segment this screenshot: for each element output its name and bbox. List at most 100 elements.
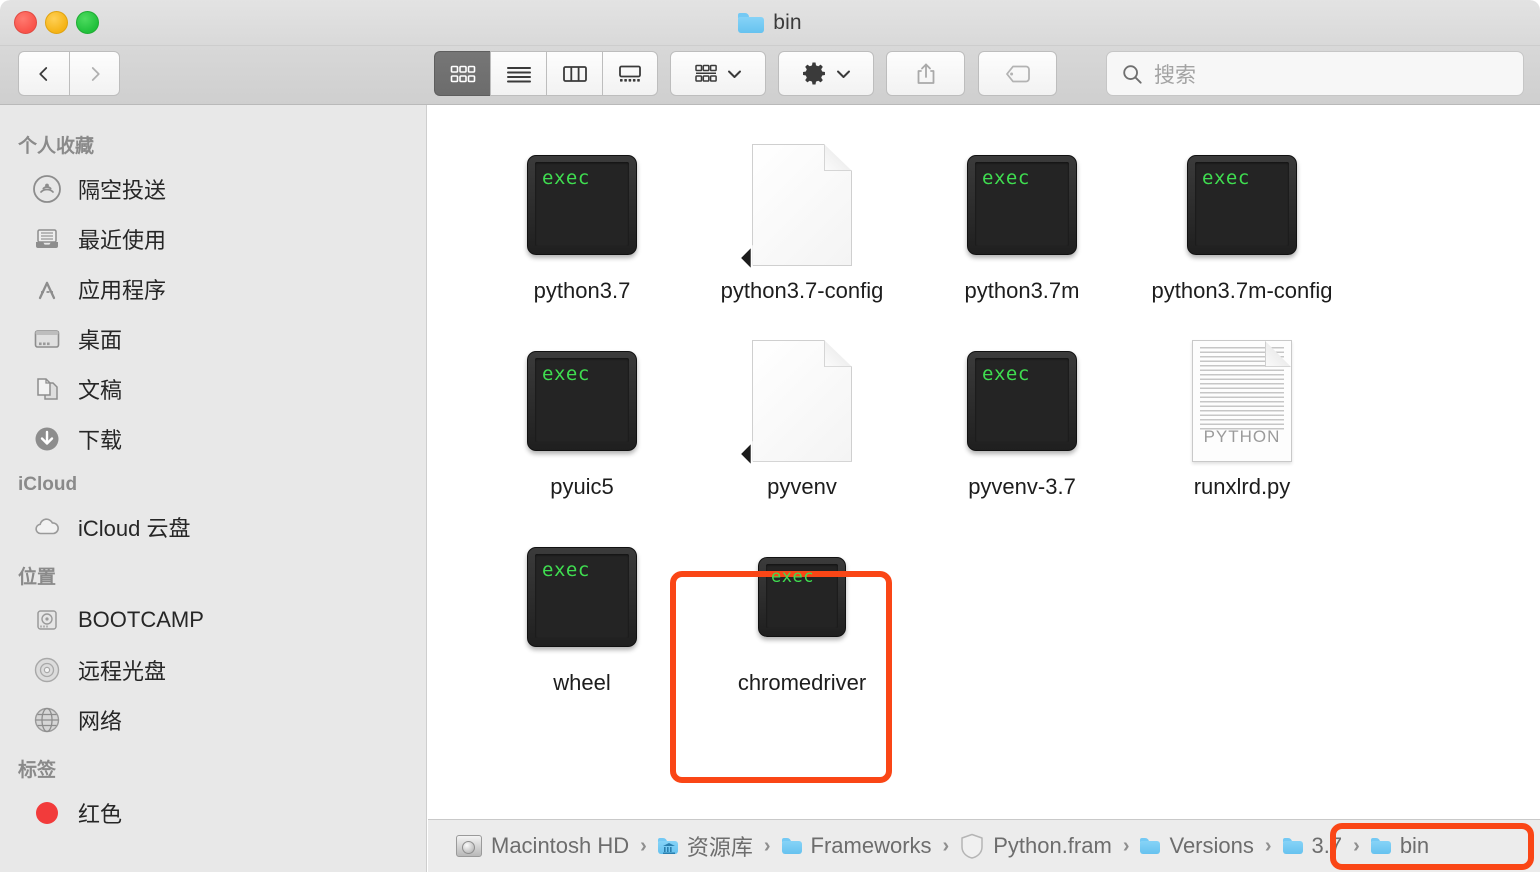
path-bar[interactable]: Macintosh HD › 资源库 › Frameworks › Python… bbox=[428, 819, 1540, 872]
sidebar-item-icloud-drive[interactable]: iCloud 云盘 bbox=[0, 502, 426, 552]
tag-button[interactable] bbox=[978, 51, 1057, 96]
sidebar-item-airdrop[interactable]: 隔空投送 bbox=[0, 164, 426, 214]
sidebar-item-remote-disc[interactable]: 远程光盘 bbox=[0, 645, 426, 695]
navigation-buttons bbox=[18, 51, 120, 96]
title-bar: bin bbox=[0, 0, 1540, 46]
exec-badge-label: exec bbox=[982, 167, 1030, 189]
breadcrumb-label: Python.fram bbox=[993, 833, 1112, 858]
back-icon bbox=[39, 66, 48, 81]
downloads-icon bbox=[30, 422, 64, 456]
sidebar-item-label: 最近使用 bbox=[78, 228, 167, 253]
file-item-pyvenv-37[interactable]: exec pyvenv-3.7 bbox=[912, 327, 1132, 513]
file-item-pyvenv[interactable]: pyvenv bbox=[692, 327, 912, 513]
search-icon bbox=[1123, 64, 1142, 84]
file-label: pyvenv bbox=[767, 473, 837, 499]
sidebar-item-label: 文稿 bbox=[78, 378, 123, 403]
breadcrumb-label: 3.7 bbox=[1311, 833, 1343, 858]
back-button[interactable] bbox=[18, 51, 69, 96]
finder-window: bin 搜索 个人收藏 隔空投送 最近使用 应用程序 桌面 文稿 下载 iClo… bbox=[0, 0, 1540, 872]
library-folder-icon bbox=[657, 838, 678, 854]
file-label: python3.7-config bbox=[720, 278, 884, 303]
sidebar-item-desktop[interactable]: 桌面 bbox=[0, 314, 426, 364]
sidebar-item-downloads[interactable]: 下载 bbox=[0, 414, 426, 464]
search-field[interactable]: 搜索 bbox=[1106, 51, 1524, 96]
file-item-pyuic5[interactable]: exec pyuic5 bbox=[472, 327, 692, 513]
file-label: wheel bbox=[553, 669, 611, 695]
folder-icon bbox=[738, 13, 765, 33]
file-item-python37m[interactable]: exec python3.7m bbox=[912, 131, 1132, 317]
sidebar-item-red-tag[interactable]: 红色 bbox=[0, 788, 426, 838]
list-view-button[interactable] bbox=[490, 51, 546, 96]
unix-executable-icon: exec bbox=[967, 155, 1077, 255]
sidebar-item-applications[interactable]: 应用程序 bbox=[0, 264, 426, 314]
view-mode-segmented-control bbox=[434, 51, 658, 96]
file-item-wheel[interactable]: exec wheel bbox=[472, 523, 692, 709]
file-label: python3.7m bbox=[964, 278, 1080, 303]
icon-view-button[interactable] bbox=[434, 51, 490, 96]
file-icon-container: PYTHON bbox=[1192, 339, 1292, 463]
search-placeholder: 搜索 bbox=[1154, 63, 1196, 87]
file-item-runxlrd-py[interactable]: PYTHON runxlrd.py bbox=[1132, 327, 1352, 513]
column-view-button[interactable] bbox=[546, 51, 602, 96]
breadcrumb-separator: › bbox=[763, 834, 771, 857]
tag-icon bbox=[1005, 65, 1030, 82]
documents-icon bbox=[30, 372, 64, 406]
action-button[interactable] bbox=[778, 51, 874, 96]
breadcrumb-frameworks[interactable]: Frameworks bbox=[781, 833, 932, 859]
alias-document-icon bbox=[738, 339, 852, 466]
file-label: python3.7m-config bbox=[1151, 278, 1333, 303]
sidebar-item-label: iCloud 云盘 bbox=[78, 516, 191, 541]
sidebar-item-label: 桌面 bbox=[78, 328, 123, 353]
sidebar-item-bootcamp[interactable]: BOOTCAMP bbox=[0, 595, 426, 645]
file-icon-container bbox=[738, 143, 852, 270]
arrange-icon bbox=[695, 64, 717, 82]
file-label: pyuic5 bbox=[550, 473, 614, 499]
breadcrumb-python-framework[interactable]: Python.fram bbox=[960, 833, 1112, 859]
arrange-button[interactable] bbox=[670, 51, 766, 96]
sidebar-section-tags: 标签 bbox=[18, 760, 57, 781]
folder-icon bbox=[781, 838, 802, 854]
file-grid-container[interactable]: exec python3.7 python3.7-config exec pyt… bbox=[428, 105, 1540, 819]
gallery-view-button[interactable] bbox=[602, 51, 658, 96]
breadcrumb-label: 资源库 bbox=[686, 835, 753, 860]
window-title-label: bin bbox=[773, 11, 802, 34]
alias-arrow-icon bbox=[738, 440, 753, 466]
forward-icon bbox=[91, 66, 100, 81]
breadcrumb-library[interactable]: 资源库 bbox=[657, 830, 753, 862]
exec-badge-label: exec bbox=[542, 167, 590, 189]
breadcrumb-versions[interactable]: Versions bbox=[1140, 833, 1254, 859]
share-icon bbox=[917, 63, 934, 84]
chevron-down-icon bbox=[728, 70, 741, 78]
breadcrumb-37[interactable]: 3.7 bbox=[1282, 833, 1343, 859]
forward-button[interactable] bbox=[69, 51, 120, 96]
alias-arrow-icon bbox=[738, 244, 753, 270]
file-item-python37[interactable]: exec python3.7 bbox=[472, 131, 692, 317]
file-icon-container: exec bbox=[527, 339, 637, 463]
python-source-icon: PYTHON bbox=[1192, 339, 1292, 462]
sidebar-section-favorites: 个人收藏 bbox=[18, 136, 95, 157]
folder-icon bbox=[1370, 838, 1391, 854]
grid-icon bbox=[450, 65, 475, 82]
breadcrumb-bin[interactable]: bin bbox=[1370, 833, 1429, 859]
file-item-python37m-config[interactable]: exec python3.7m-config bbox=[1132, 131, 1352, 317]
sidebar-section-icloud: iCloud bbox=[18, 474, 78, 495]
breadcrumb-label: Macintosh HD bbox=[491, 833, 630, 858]
file-item-python37-config[interactable]: python3.7-config bbox=[692, 131, 912, 317]
unix-executable-icon: exec bbox=[527, 546, 637, 647]
columns-icon bbox=[562, 65, 587, 82]
sidebar[interactable]: 个人收藏 隔空投送 最近使用 应用程序 桌面 文稿 下载 iCloud iClo… bbox=[0, 105, 427, 872]
breadcrumb-macintosh-hd[interactable]: Macintosh HD bbox=[456, 833, 629, 859]
sidebar-item-documents[interactable]: 文稿 bbox=[0, 364, 426, 414]
list-icon bbox=[506, 66, 531, 82]
sidebar-item-network[interactable]: 网络 bbox=[0, 695, 426, 745]
desktop-icon bbox=[30, 322, 64, 356]
sidebar-section-locations: 位置 bbox=[18, 567, 57, 588]
exec-badge-label: exec bbox=[1202, 167, 1250, 189]
file-icon-container: exec bbox=[758, 535, 846, 659]
exec-badge-label: exec bbox=[982, 362, 1030, 385]
folder-icon bbox=[1140, 838, 1161, 854]
sidebar-item-recents[interactable]: 最近使用 bbox=[0, 214, 426, 264]
file-item-chromedriver[interactable]: exec chromedriver bbox=[692, 523, 912, 709]
share-button[interactable] bbox=[886, 51, 965, 96]
unix-executable-icon: exec bbox=[527, 155, 637, 255]
